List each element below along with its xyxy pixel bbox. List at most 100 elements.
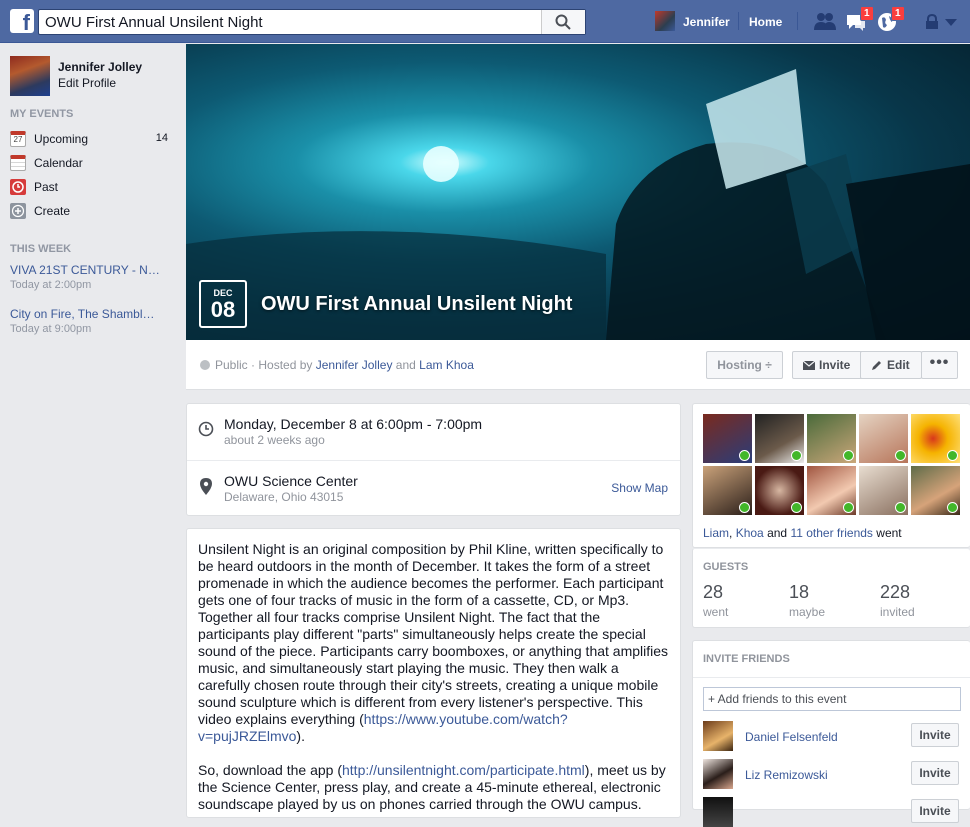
search-icon — [555, 14, 571, 30]
edit-button-label: Edit — [887, 358, 910, 372]
maybe-label: maybe — [789, 605, 826, 619]
messages-badge: 1 — [860, 6, 874, 21]
sidebar-item-upcoming[interactable]: 27 Upcoming 14 — [10, 129, 170, 149]
host-link[interactable]: Lam Khoa — [419, 358, 474, 372]
calendar-27-icon: 27 — [10, 131, 26, 147]
friend-photo[interactable] — [911, 414, 960, 463]
check-icon — [843, 450, 854, 461]
hosting-dropdown-button[interactable]: Hosting ÷ — [706, 351, 783, 379]
guests-header: GUESTS — [703, 561, 749, 573]
privacy-lock-icon[interactable] — [925, 14, 939, 30]
this-week-header: THIS WEEK — [10, 243, 72, 255]
check-icon — [739, 450, 750, 461]
friend-name-link[interactable]: Liz Remizowski — [745, 768, 828, 782]
settings-dropdown-icon[interactable] — [945, 19, 957, 27]
my-events-header: MY EVENTS — [10, 108, 74, 120]
maybe-count[interactable]: 18 — [789, 582, 809, 603]
check-icon — [791, 502, 802, 513]
invite-suggestion-row: Invite — [703, 797, 961, 827]
facebook-logo[interactable]: f — [10, 9, 34, 33]
host-and: and — [395, 358, 416, 372]
went-count[interactable]: 28 — [703, 582, 723, 603]
check-icon — [791, 450, 802, 461]
friend-requests-icon[interactable] — [813, 11, 837, 31]
privacy-text: Public · Hosted by — [215, 358, 313, 372]
search-button[interactable] — [541, 10, 585, 34]
guests-card: GUESTS 28 went 18 maybe 228 invited — [692, 548, 970, 628]
edit-profile-link[interactable]: Edit Profile — [58, 76, 116, 90]
this-week-event-title[interactable]: City on Fire, The Shambles... — [10, 307, 160, 321]
upcoming-count: 14 — [155, 132, 168, 144]
divider — [797, 12, 798, 30]
envelope-icon — [803, 361, 815, 370]
description-paragraph: So, download the app (http://unsilentnig… — [198, 762, 671, 813]
invited-count[interactable]: 228 — [880, 582, 910, 603]
host-link[interactable]: Jennifer Jolley — [316, 358, 393, 372]
check-icon — [895, 502, 906, 513]
invite-friend-button[interactable]: Invite — [911, 723, 959, 747]
calendar-icon — [10, 155, 26, 171]
divider — [693, 677, 970, 678]
this-week-event-time: Today at 9:00pm — [10, 323, 92, 335]
friends-went-summary: Liam, Khoa and 11 other friends went — [703, 526, 902, 540]
this-week-event-title[interactable]: VIVA 21ST CENTURY - Nu... — [10, 263, 160, 277]
sidebar-item-label: Past — [34, 180, 59, 194]
other-friends-link[interactable]: 11 other friends — [790, 526, 873, 540]
invite-friend-button[interactable]: Invite — [911, 761, 959, 785]
invite-suggestion-row: Daniel Felsenfeld Invite — [703, 721, 961, 751]
check-icon — [895, 450, 906, 461]
search-input[interactable] — [45, 13, 535, 31]
event-description-card: Unsilent Night is an original compositio… — [186, 528, 681, 818]
friend-link[interactable]: Khoa — [736, 526, 764, 540]
sidebar-item-past[interactable]: Past — [10, 177, 170, 197]
public-globe-icon — [200, 360, 210, 370]
pencil-icon — [872, 361, 881, 370]
check-icon — [947, 450, 958, 461]
friend-avatar[interactable] — [703, 797, 733, 827]
friend-photo[interactable] — [807, 414, 856, 463]
friend-photo[interactable] — [859, 414, 908, 463]
description-text: So, download the app ( — [198, 762, 342, 778]
show-map-link[interactable]: Show Map — [611, 481, 668, 495]
invite-button[interactable]: Invite — [792, 351, 867, 379]
add-friends-input[interactable]: + Add friends to this event — [703, 687, 961, 711]
event-location[interactable]: OWU Science Center — [224, 473, 358, 489]
sidebar-item-create[interactable]: Create — [10, 201, 170, 221]
unsilentnight-link[interactable]: http://unsilentnight.com/participate.htm… — [342, 762, 585, 778]
search-box — [38, 9, 586, 35]
friend-photo[interactable] — [703, 414, 752, 463]
friend-avatar[interactable] — [703, 759, 733, 789]
friend-link[interactable]: Liam — [703, 526, 729, 540]
event-day: 08 — [210, 297, 236, 322]
clock-icon — [10, 179, 26, 195]
location-pin-icon — [200, 478, 212, 495]
profile-picture[interactable] — [10, 56, 50, 96]
profile-link[interactable]: Jennifer — [683, 15, 730, 29]
user-avatar[interactable] — [655, 11, 675, 31]
invite-friends-card: INVITE FRIENDS + Add friends to this eve… — [692, 640, 970, 827]
profile-name[interactable]: Jennifer Jolley — [58, 60, 142, 74]
invite-friend-button[interactable]: Invite — [911, 799, 959, 823]
friends-went-card: Liam, Khoa and 11 other friends went — [692, 403, 970, 548]
more-options-button[interactable]: ••• — [921, 351, 958, 379]
event-hosted-by: Public · Hosted by Jennifer Jolley and L… — [200, 358, 474, 372]
description-text: ). — [296, 728, 305, 744]
description-text: Unsilent Night is an original compositio… — [198, 541, 669, 727]
friend-photo[interactable] — [755, 414, 804, 463]
friend-photo[interactable] — [911, 466, 960, 515]
went-and: and — [767, 526, 788, 540]
invite-button-label: Invite — [819, 358, 851, 372]
friend-photo[interactable] — [703, 466, 752, 515]
home-link[interactable]: Home — [749, 15, 782, 29]
friend-name-link[interactable]: Daniel Felsenfeld — [745, 730, 838, 744]
check-icon — [739, 502, 750, 513]
went-suffix: went — [876, 526, 902, 540]
edit-button[interactable]: Edit — [860, 351, 922, 379]
friend-photo[interactable] — [807, 466, 856, 515]
sidebar-item-calendar[interactable]: Calendar — [10, 153, 170, 173]
friend-photo[interactable] — [755, 466, 804, 515]
friend-avatar[interactable] — [703, 721, 733, 751]
check-icon — [843, 502, 854, 513]
friend-photo[interactable] — [859, 466, 908, 515]
event-date-badge: DEC 08 — [199, 280, 247, 328]
